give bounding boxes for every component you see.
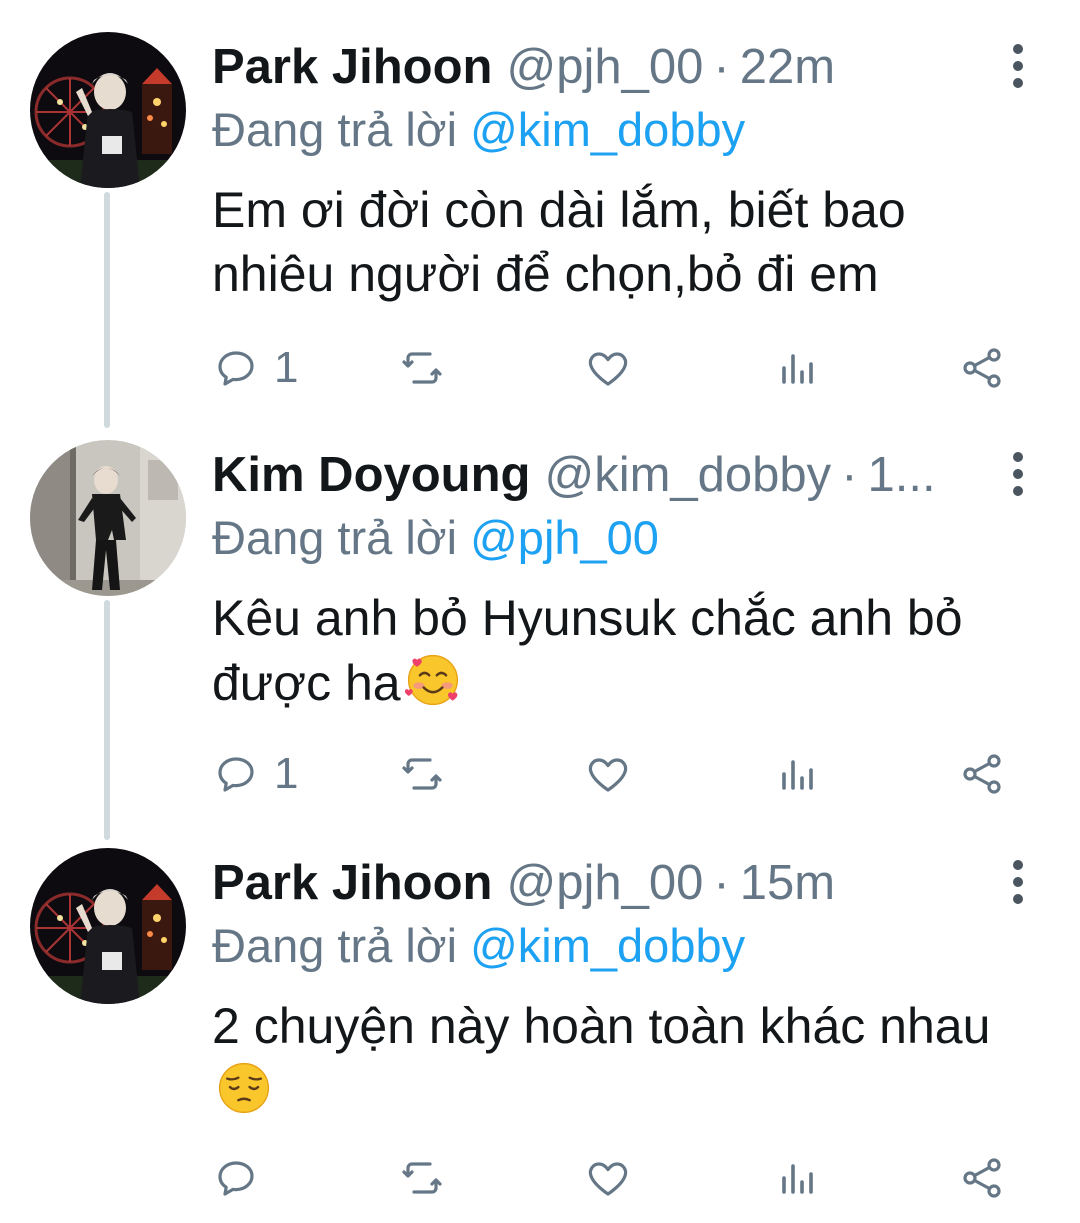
share-icon bbox=[963, 1158, 1001, 1198]
author-name[interactable]: Park Jihoon bbox=[212, 848, 492, 918]
reply-button[interactable]: 1 bbox=[212, 338, 298, 398]
reply-icon bbox=[218, 757, 254, 792]
like-button[interactable] bbox=[584, 744, 632, 804]
replying-to-label: Đang trả lời bbox=[212, 103, 458, 156]
analytics-icon bbox=[782, 760, 813, 790]
replying-to: Đang trả lời @kim_dobby bbox=[212, 914, 745, 978]
share-button[interactable] bbox=[958, 744, 1006, 804]
tweet[interactable]: Park Jihoon @pjh_00 · 15m Đang trả lời @… bbox=[0, 848, 1080, 1218]
timestamp[interactable]: 1... bbox=[868, 440, 936, 510]
reply-button[interactable] bbox=[212, 1148, 274, 1208]
mention-link[interactable]: @kim_dobby bbox=[470, 103, 745, 156]
analytics-button[interactable] bbox=[772, 744, 820, 804]
separator: · bbox=[713, 40, 730, 94]
retweet-icon bbox=[402, 1162, 442, 1194]
separator: · bbox=[713, 856, 730, 910]
retweet-button[interactable] bbox=[398, 744, 446, 804]
pensive-face-icon bbox=[218, 1062, 270, 1114]
reply-button[interactable]: 1 bbox=[212, 744, 298, 804]
replying-to-label: Đang trả lời bbox=[212, 919, 458, 972]
like-button[interactable] bbox=[584, 1148, 632, 1208]
replying-to: Đang trả lời @kim_dobby bbox=[212, 98, 745, 162]
author-handle[interactable]: @pjh_00 bbox=[506, 848, 703, 918]
mention-link[interactable]: @kim_dobby bbox=[470, 919, 745, 972]
analytics-button[interactable] bbox=[772, 1148, 820, 1208]
share-icon bbox=[963, 754, 1001, 794]
tweet-text: Em ơi đời còn dài lắm, biết bao nhiêu ng… bbox=[212, 178, 1032, 306]
share-button[interactable] bbox=[958, 1148, 1006, 1208]
avatar[interactable] bbox=[30, 440, 186, 596]
separator: · bbox=[841, 448, 858, 502]
more-options-icon[interactable] bbox=[1000, 854, 1036, 910]
tweet-text: Kêu anh bỏ Hyunsuk chắc anh bỏ được ha bbox=[212, 586, 1032, 715]
share-icon bbox=[963, 348, 1001, 388]
tweet-actions: 1 bbox=[0, 338, 1080, 398]
retweet-icon bbox=[402, 758, 442, 790]
reply-count: 1 bbox=[274, 749, 299, 798]
share-button[interactable] bbox=[958, 338, 1006, 398]
more-options-icon[interactable] bbox=[1000, 38, 1036, 94]
tweet-text-content: Em ơi đời còn dài lắm, biết bao nhiêu ng… bbox=[212, 182, 906, 302]
author-name[interactable]: Park Jihoon bbox=[212, 32, 492, 102]
like-icon bbox=[588, 758, 628, 792]
more-options-icon[interactable] bbox=[1000, 446, 1036, 502]
tweet-text-content: 2 chuyện này hoàn toàn khác nhau bbox=[212, 998, 991, 1054]
tweet-actions: 1 bbox=[0, 744, 1080, 804]
avatar[interactable] bbox=[30, 848, 186, 1004]
analytics-button[interactable] bbox=[772, 338, 820, 398]
mention-link[interactable]: @pjh_00 bbox=[470, 511, 659, 564]
tweet-text-content: Kêu anh bỏ Hyunsuk chắc anh bỏ được ha bbox=[212, 590, 963, 711]
tweet-text: 2 chuyện này hoàn toàn khác nhau bbox=[212, 994, 1032, 1123]
author-handle[interactable]: @kim_dobby bbox=[544, 440, 831, 510]
replying-to: Đang trả lời @pjh_00 bbox=[212, 506, 659, 570]
retweet-button[interactable] bbox=[398, 1148, 446, 1208]
reply-count: 1 bbox=[274, 343, 299, 392]
author-name[interactable]: Kim Doyoung bbox=[212, 440, 530, 510]
tweet[interactable]: Kim Doyoung @kim_dobby · 1... Đang trả l… bbox=[0, 440, 1080, 820]
smiling-face-with-hearts-icon bbox=[404, 654, 458, 706]
tweet[interactable]: Park Jihoon @pjh_00 · 22m Đang trả lời @… bbox=[0, 32, 1080, 412]
like-icon bbox=[588, 1162, 628, 1196]
replying-to-label: Đang trả lời bbox=[212, 511, 458, 564]
like-icon bbox=[588, 352, 628, 386]
reply-icon bbox=[218, 351, 254, 386]
timestamp[interactable]: 22m bbox=[740, 32, 835, 102]
reply-icon bbox=[218, 1161, 254, 1196]
retweet-button[interactable] bbox=[398, 338, 446, 398]
author-handle[interactable]: @pjh_00 bbox=[506, 32, 703, 102]
analytics-icon bbox=[782, 1164, 813, 1194]
tweet-actions bbox=[0, 1148, 1080, 1208]
timestamp[interactable]: 15m bbox=[740, 848, 835, 918]
avatar[interactable] bbox=[30, 32, 186, 188]
analytics-icon bbox=[782, 354, 813, 384]
retweet-icon bbox=[402, 352, 442, 384]
like-button[interactable] bbox=[584, 338, 632, 398]
